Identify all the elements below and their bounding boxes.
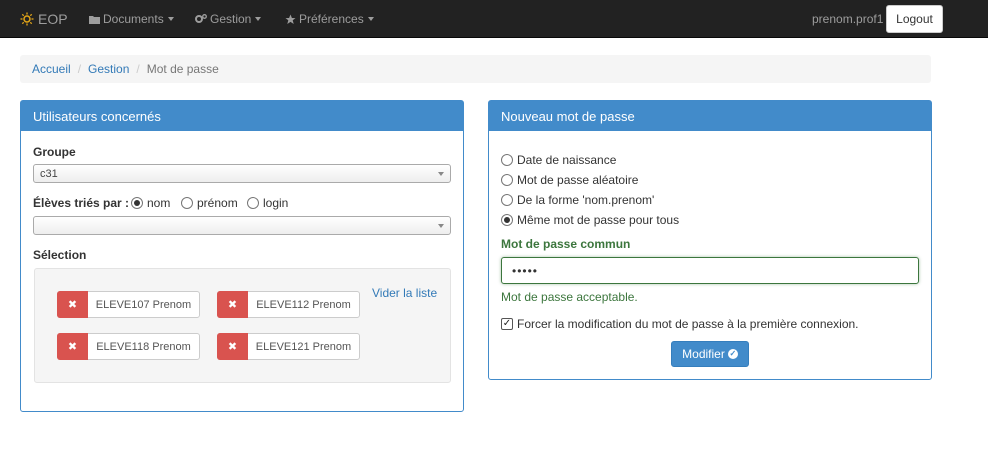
sort-option-nom[interactable]: nom	[131, 196, 170, 210]
breadcrumb: Accueil / Gestion / Mot de passe	[20, 55, 931, 83]
selected-user-chip: ✖ ELEVE118 Prenom	[57, 332, 200, 360]
selected-user-chip: ✖ ELEVE121 Prenom	[217, 332, 360, 360]
radio-button[interactable]	[501, 174, 513, 186]
menu-gestion-label: Gestion	[210, 12, 252, 26]
students-select[interactable]	[33, 216, 451, 235]
gears-icon	[195, 14, 207, 23]
breadcrumb-accueil[interactable]: Accueil	[32, 62, 71, 76]
sort-option-label: nom	[147, 196, 171, 210]
check-circle-icon: ✓	[727, 349, 738, 359]
radio-button[interactable]	[501, 194, 513, 206]
remove-user-button[interactable]: ✖	[217, 290, 248, 318]
force-change-checkbox[interactable]: ✓	[501, 318, 513, 330]
menu-preferences-label: Préférences	[299, 12, 364, 26]
selected-user-name: ELEVE118 Prenom	[96, 340, 191, 353]
option-birth-date[interactable]: Date de naissance	[501, 153, 616, 167]
force-change-label: Forcer la modification du mot de passe à…	[517, 317, 859, 331]
new-password-panel-title: Nouveau mot de passe	[489, 101, 931, 131]
password-validation-message: Mot de passe acceptable.	[501, 290, 638, 304]
selected-user-name: ELEVE121 Prenom	[255, 340, 352, 353]
star-icon	[285, 14, 296, 24]
selection-label: Sélection	[33, 248, 87, 262]
users-panel: Utilisateurs concernés Groupe c31 Élèves…	[20, 100, 464, 412]
logout-button[interactable]: Logout	[886, 5, 943, 33]
brand-label: EOP	[38, 11, 68, 27]
sort-option-prenom[interactable]: prénom	[181, 196, 238, 210]
option-label: Même mot de passe pour tous	[517, 213, 680, 227]
radio-button[interactable]	[247, 197, 259, 209]
common-password-label: Mot de passe commun	[501, 237, 631, 251]
dropdown-arrow-icon	[438, 224, 444, 228]
option-label: Mot de passe aléatoire	[517, 173, 639, 187]
option-label: Date de naissance	[517, 153, 617, 167]
radio-button[interactable]	[501, 214, 513, 226]
radio-button[interactable]	[181, 197, 193, 209]
new-password-panel: Nouveau mot de passe Date de naissance M…	[488, 100, 932, 380]
menu-documents[interactable]: Documents	[89, 0, 174, 38]
top-navbar: EOP Documents Gestion Préférences prenom…	[0, 0, 988, 38]
users-panel-title: Utilisateurs concernés	[21, 101, 463, 131]
sort-option-label: prénom	[197, 196, 238, 210]
force-change-option[interactable]: ✓ Forcer la modification du mot de passe…	[501, 317, 859, 331]
selection-list: ✖ ELEVE107 Prenom ✖ ELEVE112 Prenom ✖ EL…	[34, 268, 451, 383]
current-user: prenom.prof1	[812, 12, 884, 26]
breadcrumb-current: Mot de passe	[146, 62, 219, 76]
sort-option-label: login	[263, 196, 289, 210]
remove-user-button[interactable]: ✖	[217, 332, 248, 360]
modify-button[interactable]: Modifier ✓	[671, 341, 749, 367]
group-label: Groupe	[33, 145, 76, 159]
menu-documents-label: Documents	[103, 12, 164, 26]
option-name-format[interactable]: De la forme 'nom.prenom'	[501, 193, 654, 207]
radio-button[interactable]	[131, 197, 143, 209]
brand-link[interactable]: EOP	[20, 0, 68, 38]
selected-user-name: ELEVE112 Prenom	[256, 298, 351, 311]
sort-label: Élèves triés par :	[33, 196, 130, 210]
breadcrumb-separator: /	[77, 62, 82, 76]
menu-gestion[interactable]: Gestion	[195, 0, 262, 38]
sun-logo-icon	[20, 12, 34, 26]
option-same-password[interactable]: Même mot de passe pour tous	[501, 213, 679, 227]
breadcrumb-separator: /	[136, 62, 140, 76]
selected-user-name: ELEVE107 Prenom	[95, 298, 192, 311]
folder-icon	[89, 15, 100, 24]
radio-button[interactable]	[501, 154, 513, 166]
sort-option-login[interactable]: login	[247, 196, 288, 210]
group-select-value: c31	[40, 167, 58, 180]
caret-down-icon	[367, 17, 374, 21]
clear-list-link[interactable]: Vider la liste	[372, 286, 437, 300]
selected-user-chip: ✖ ELEVE107 Prenom	[57, 290, 200, 318]
menu-preferences[interactable]: Préférences	[285, 0, 374, 38]
caret-down-icon	[255, 17, 262, 21]
breadcrumb-gestion[interactable]: Gestion	[88, 62, 129, 76]
remove-user-button[interactable]: ✖	[57, 332, 88, 360]
selected-user-chip: ✖ ELEVE112 Prenom	[217, 290, 360, 318]
option-label: De la forme 'nom.prenom'	[517, 193, 655, 207]
option-random-password[interactable]: Mot de passe aléatoire	[501, 173, 638, 187]
dropdown-arrow-icon	[438, 172, 444, 176]
common-password-input[interactable]: •••••	[501, 257, 919, 284]
caret-down-icon	[167, 17, 174, 21]
modify-button-label: Modifier	[682, 347, 725, 361]
group-select[interactable]: c31	[33, 164, 451, 183]
remove-user-button[interactable]: ✖	[57, 290, 88, 318]
